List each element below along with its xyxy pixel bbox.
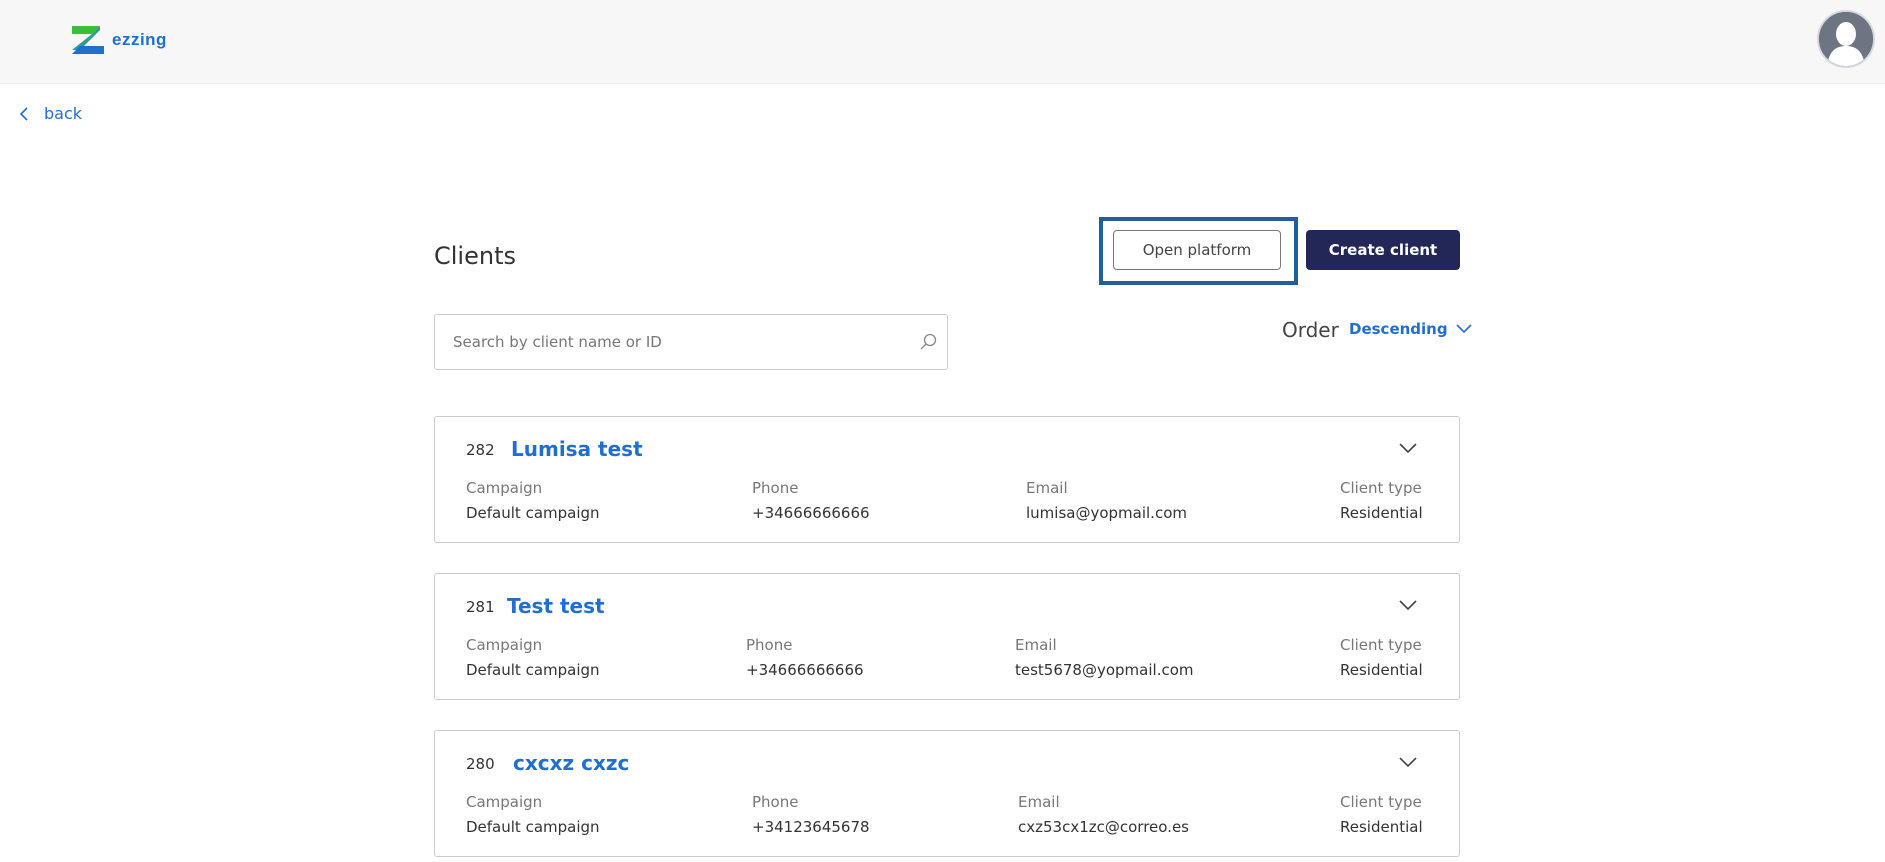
client-card: 282 Lumisa test Campaign Default campaig…	[434, 416, 1460, 543]
search-input[interactable]	[453, 315, 893, 369]
top-bar: ezzing	[0, 0, 1885, 84]
campaign-label: Campaign	[466, 479, 543, 497]
phone-label: Phone	[752, 793, 799, 811]
campaign-value: Default campaign	[466, 661, 600, 679]
ezzing-logo[interactable]: ezzing	[70, 24, 167, 56]
client-id: 281	[466, 598, 495, 616]
back-label: back	[44, 104, 83, 123]
phone-label: Phone	[746, 636, 793, 654]
avatar[interactable]	[1817, 10, 1875, 68]
client-type-value: Residential	[1340, 818, 1423, 836]
phone-value: +34123645678	[752, 818, 870, 836]
order-select[interactable]: Descending	[1349, 320, 1472, 338]
client-type-label: Client type	[1340, 793, 1422, 811]
search-icon[interactable]	[919, 333, 937, 351]
user-avatar-icon	[1819, 12, 1873, 66]
client-id: 282	[466, 441, 495, 459]
campaign-label: Campaign	[466, 793, 543, 811]
email-label: Email	[1026, 479, 1068, 497]
phone-value: +34666666666	[752, 504, 870, 522]
search-box	[434, 314, 948, 370]
client-card: 280 cxcxz cxzc Campaign Default campaign…	[434, 730, 1460, 857]
client-type-label: Client type	[1340, 636, 1422, 654]
client-name-link[interactable]: Lumisa test	[511, 437, 643, 461]
expand-chevron-icon[interactable]	[1398, 441, 1418, 455]
client-type-value: Residential	[1340, 661, 1423, 679]
client-name-link[interactable]: cxcxz cxzc	[513, 751, 629, 775]
open-platform-button[interactable]: Open platform	[1113, 230, 1281, 270]
chevron-down-icon	[1456, 324, 1472, 334]
ezzing-logo-icon	[72, 26, 104, 54]
email-value: test5678@yopmail.com	[1015, 661, 1194, 679]
campaign-value: Default campaign	[466, 818, 600, 836]
client-type-label: Client type	[1340, 479, 1422, 497]
campaign-value: Default campaign	[466, 504, 600, 522]
client-type-value: Residential	[1340, 504, 1423, 522]
email-label: Email	[1018, 793, 1060, 811]
page-title: Clients	[434, 242, 516, 270]
email-value: cxz53cx1zc@correo.es	[1018, 818, 1189, 836]
back-link[interactable]: back	[18, 104, 82, 123]
client-card: 281 Test test Campaign Default campaign …	[434, 573, 1460, 700]
expand-chevron-icon[interactable]	[1398, 755, 1418, 769]
email-value: lumisa@yopmail.com	[1026, 504, 1187, 522]
expand-chevron-icon[interactable]	[1398, 598, 1418, 612]
campaign-label: Campaign	[466, 636, 543, 654]
client-name-link[interactable]: Test test	[507, 594, 605, 618]
logo-text: ezzing	[112, 30, 167, 49]
client-id: 280	[466, 755, 495, 773]
create-client-button[interactable]: Create client	[1306, 230, 1460, 270]
email-label: Email	[1015, 636, 1057, 654]
chevron-left-icon	[19, 106, 28, 121]
phone-value: +34666666666	[746, 661, 864, 679]
order-selected-value: Descending	[1349, 320, 1448, 338]
phone-label: Phone	[752, 479, 799, 497]
order-label: Order	[1282, 318, 1339, 342]
